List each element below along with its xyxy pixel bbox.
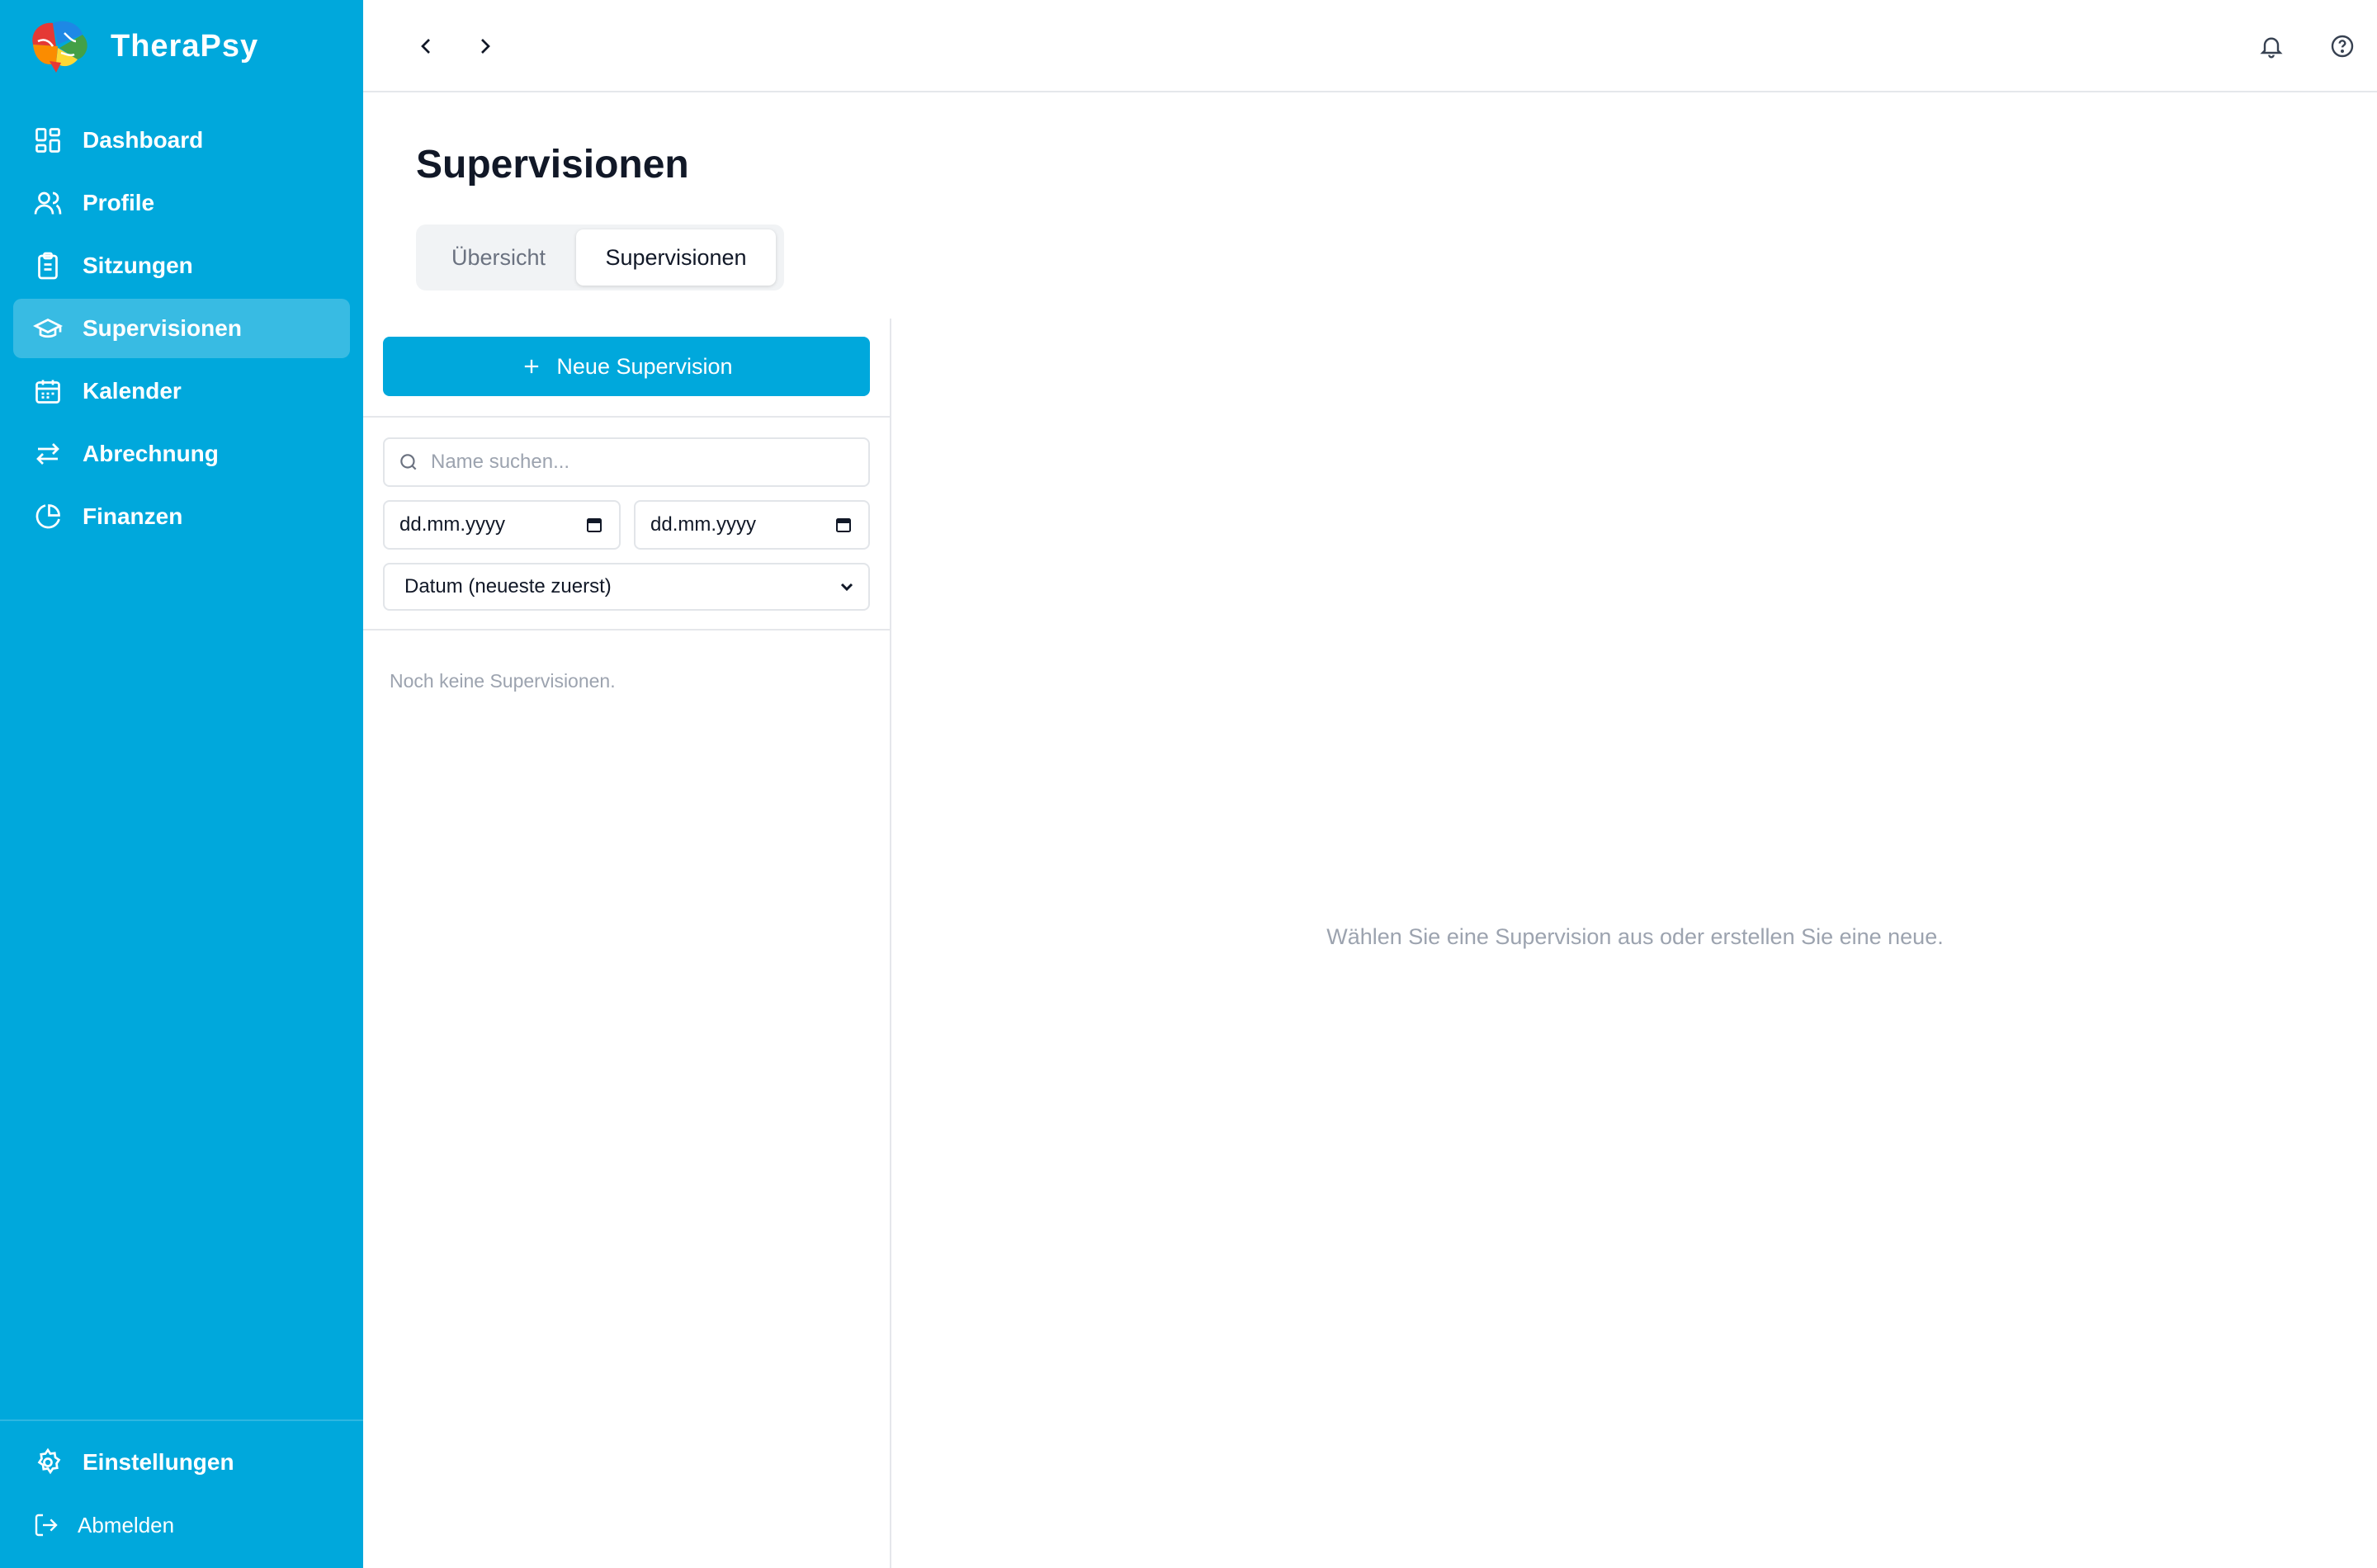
sort-select[interactable]: Datum (neueste zuerst) xyxy=(383,563,870,611)
sidebar: TheraPsy Dashboard Profile Sitzungen Sup… xyxy=(0,0,363,1568)
chevron-right-icon xyxy=(481,39,490,54)
back-button[interactable] xyxy=(408,28,444,64)
divider xyxy=(363,629,890,631)
new-supervision-button[interactable]: Neue Supervision xyxy=(383,337,870,396)
date-to-value: dd.mm.yyyy xyxy=(650,513,757,536)
search-box xyxy=(383,437,870,487)
gear-icon xyxy=(37,1448,61,1475)
users-icon xyxy=(34,191,62,215)
chevron-down-icon xyxy=(840,583,853,592)
sidebar-item-sitzungen[interactable]: Sitzungen xyxy=(13,236,350,295)
empty-list-message: Noch keine Supervisionen. xyxy=(390,670,616,692)
date-from-input[interactable]: dd.mm.yyyy xyxy=(383,500,621,550)
calendar-icon xyxy=(35,380,60,404)
search-input[interactable] xyxy=(431,451,860,474)
dashboard-icon xyxy=(35,128,60,153)
calendar-icon[interactable] xyxy=(584,515,604,535)
brain-logo-icon xyxy=(32,21,87,73)
calendar-icon[interactable] xyxy=(834,515,853,535)
sidebar-divider xyxy=(0,1419,363,1421)
logout-label: Abmelden xyxy=(78,1512,175,1537)
clipboard-icon xyxy=(38,252,58,280)
sidebar-settings: Einstellungen xyxy=(13,1433,350,1495)
sidebar-nav: Dashboard Profile Sitzungen Supervisione… xyxy=(13,111,350,550)
sidebar-item-dashboard[interactable]: Dashboard xyxy=(13,111,350,170)
search-icon xyxy=(400,454,417,470)
sidebar-item-label: Dashboard xyxy=(83,127,204,153)
help-button[interactable] xyxy=(2324,28,2360,64)
sidebar-item-label: Sitzungen xyxy=(83,253,193,278)
notifications-button[interactable] xyxy=(2253,28,2290,64)
date-to-input[interactable]: dd.mm.yyyy xyxy=(634,500,870,550)
tab-uebersicht[interactable]: Übersicht xyxy=(421,229,576,286)
sidebar-item-label: Kalender xyxy=(83,378,182,404)
new-supervision-label: Neue Supervision xyxy=(556,353,733,379)
sidebar-item-abrechnung[interactable]: Abrechnung xyxy=(13,424,350,484)
plus-icon xyxy=(525,359,539,374)
forward-button[interactable] xyxy=(467,28,503,64)
detail-empty-message: Wählen Sie eine Supervision aus oder ers… xyxy=(1326,924,1944,949)
settings-label: Einstellungen xyxy=(83,1449,234,1475)
brand-name: TheraPsy xyxy=(111,28,259,64)
tab-bar: Übersicht Supervisionen xyxy=(416,224,784,290)
page-title: Supervisionen xyxy=(416,143,689,187)
brand[interactable]: TheraPsy xyxy=(25,15,258,78)
sort-value: Datum (neueste zuerst) xyxy=(404,575,612,597)
sidebar-item-finanzen[interactable]: Finanzen xyxy=(13,487,350,546)
sidebar-item-label: Supervisionen xyxy=(83,315,242,341)
graduation-cap-icon xyxy=(33,318,63,338)
chevron-left-icon xyxy=(421,39,430,54)
divider xyxy=(363,416,890,418)
sidebar-item-label: Profile xyxy=(83,190,155,215)
sidebar-item-label: Abrechnung xyxy=(83,441,219,466)
bell-icon xyxy=(2260,37,2283,59)
logout-button[interactable]: Abmelden xyxy=(33,1507,174,1543)
logout-icon xyxy=(35,1514,58,1537)
topbar xyxy=(363,0,2377,92)
sidebar-item-supervisionen[interactable]: Supervisionen xyxy=(13,299,350,358)
help-circle-icon xyxy=(2331,35,2354,58)
date-from-value: dd.mm.yyyy xyxy=(399,513,506,536)
sidebar-item-label: Finanzen xyxy=(83,503,183,529)
arrows-swap-icon xyxy=(36,443,59,465)
supervision-list-panel: Neue Supervision dd.mm.yyyy dd.mm.yyyy D… xyxy=(363,319,891,1568)
sidebar-item-einstellungen[interactable]: Einstellungen xyxy=(13,1433,350,1492)
sidebar-item-profile[interactable]: Profile xyxy=(13,173,350,233)
tab-supervisionen[interactable]: Supervisionen xyxy=(576,229,776,286)
pie-chart-icon xyxy=(35,504,60,529)
sidebar-item-kalender[interactable]: Kalender xyxy=(13,361,350,421)
